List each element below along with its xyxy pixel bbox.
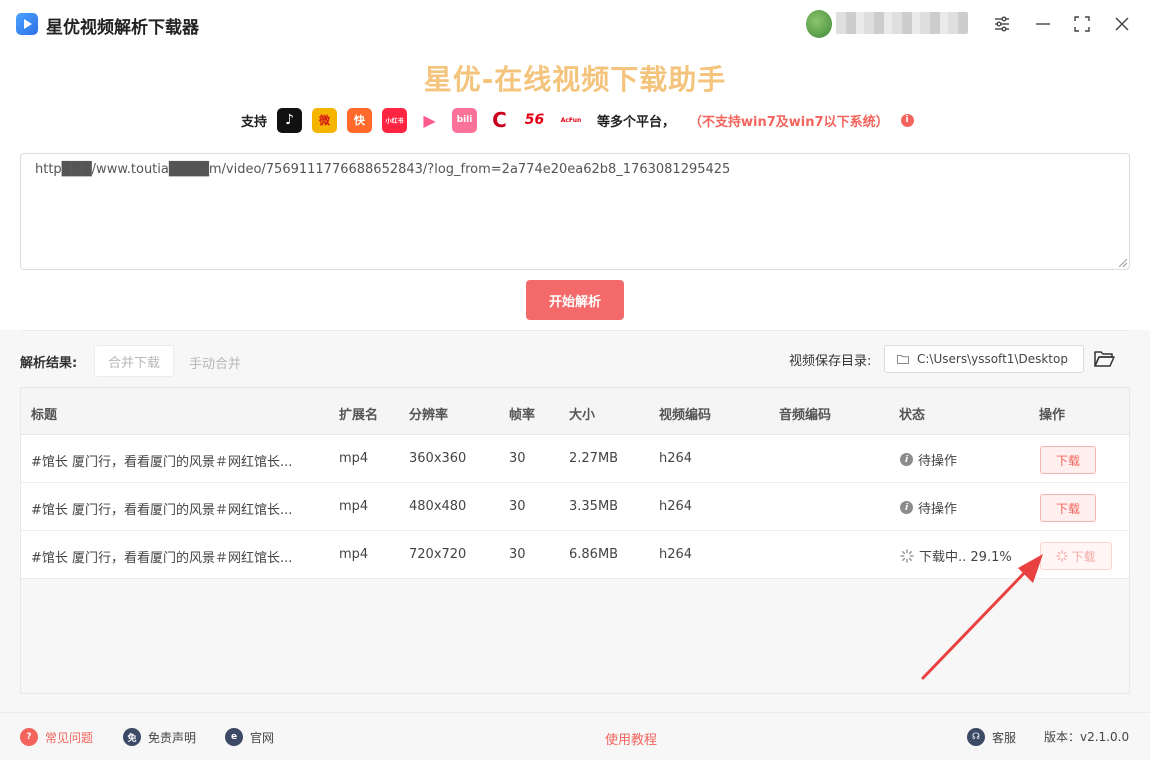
supported-platforms-row: 支持 ♪ 微 快 小红书 ▶ bili C 56 AcFun 等多个平台， （不… bbox=[241, 106, 914, 134]
header-fps: 帧率 bbox=[509, 408, 536, 423]
row-fps: 30 bbox=[509, 547, 526, 562]
tutorial-link[interactable]: 使用教程 bbox=[605, 729, 657, 748]
version-text: 版本：v2.1.0.0 bbox=[1044, 728, 1129, 745]
headset-icon: ☊ bbox=[967, 728, 985, 746]
table-row: #馆长 厦门行，看看厦门的风景＃网红馆长... mp4 480x480 30 3… bbox=[21, 483, 1129, 531]
faq-link[interactable]: ? 常见问题 bbox=[20, 728, 93, 746]
disclaimer-link[interactable]: 免 免责声明 bbox=[123, 728, 196, 746]
row-fps: 30 bbox=[509, 451, 526, 466]
weibo-icon: 微 bbox=[312, 107, 338, 133]
question-icon: ? bbox=[20, 728, 38, 746]
row-ext: mp4 bbox=[339, 499, 369, 514]
save-dir-label: 视频保存目录: bbox=[789, 354, 872, 369]
download-button[interactable]: 下载 bbox=[1040, 446, 1096, 474]
settings-sliders-icon[interactable] bbox=[990, 12, 1014, 36]
row-status: 下载中.. 29.1% bbox=[900, 546, 1012, 565]
website-link[interactable]: e 官网 bbox=[225, 728, 274, 746]
app-title: 星优视频解析下载器 bbox=[46, 18, 199, 38]
close-icon[interactable] bbox=[1110, 12, 1134, 36]
row-ext: mp4 bbox=[339, 547, 369, 562]
browser-icon: e bbox=[225, 728, 243, 746]
version-label: 版本：v2.1.0.0 bbox=[1044, 730, 1130, 744]
info-icon: i bbox=[900, 501, 913, 514]
row-title: #馆长 厦门行，看看厦门的风景＃网红馆长... bbox=[31, 503, 293, 518]
row-status-text: 待操作 bbox=[918, 454, 958, 469]
header-action: 操作 bbox=[1039, 408, 1066, 423]
bilibili-icon: bili bbox=[452, 107, 478, 133]
manual-merge-button[interactable]: 手动合并 bbox=[189, 353, 241, 372]
user-name-blurred[interactable] bbox=[836, 12, 968, 34]
results-table: 标题 扩展名 分辨率 帧率 大小 视频编码 音频编码 状态 操作 #馆长 厦门行… bbox=[20, 387, 1130, 694]
loading-spinner-icon bbox=[900, 548, 914, 563]
support-suffix: 等多个平台， bbox=[597, 114, 676, 130]
user-avatar[interactable] bbox=[806, 10, 832, 38]
warning-info-icon[interactable]: i bbox=[900, 113, 914, 127]
footer: ? 常见问题 免 免责声明 e 官网 使用教程 ☊ 客服 版本：v2.1.0.0 bbox=[0, 712, 1150, 760]
faq-label: 常见问题 bbox=[45, 730, 94, 745]
kuaishou-icon: 快 bbox=[347, 107, 373, 133]
cctv-icon: C bbox=[487, 107, 513, 133]
support-label: 支持 bbox=[241, 114, 268, 130]
divider bbox=[20, 330, 1130, 331]
row-resolution: 360x360 bbox=[409, 451, 467, 466]
download-button[interactable]: 下载 bbox=[1040, 494, 1096, 522]
header-size: 大小 bbox=[569, 408, 596, 423]
title-bar: 星优视频解析下载器 bbox=[0, 0, 1150, 48]
customer-service-label: 客服 bbox=[992, 730, 1017, 745]
start-parse-button[interactable]: 开始解析 bbox=[526, 280, 624, 320]
row-size: 3.35MB bbox=[569, 499, 619, 514]
row-status-text: 待操作 bbox=[918, 502, 958, 517]
table-header: 标题 扩展名 分辨率 帧率 大小 视频编码 音频编码 状态 操作 bbox=[21, 388, 1129, 435]
header-status: 状态 bbox=[899, 408, 926, 423]
row-size: 6.86MB bbox=[569, 547, 619, 562]
website-label: 官网 bbox=[250, 730, 275, 745]
header-audio-codec: 音频编码 bbox=[779, 408, 832, 423]
row-title: #馆长 厦门行，看看厦门的风景＃网红馆长... bbox=[31, 551, 293, 566]
acfun-icon: AcFun bbox=[557, 107, 586, 133]
minimize-icon[interactable] bbox=[1031, 12, 1055, 36]
open-folder-icon[interactable] bbox=[1093, 347, 1115, 369]
douyin-icon: ♪ bbox=[277, 107, 303, 133]
row-status-text: 下载中.. 29.1% bbox=[919, 550, 1012, 565]
disclaimer-label: 免责声明 bbox=[148, 730, 197, 745]
56-icon: 56 bbox=[522, 107, 548, 133]
customer-service-link[interactable]: ☊ 客服 bbox=[967, 728, 1016, 746]
url-input-value: http███/www.toutia████m/video/7569111776… bbox=[35, 162, 731, 177]
table-row: #馆长 厦门行，看看厦门的风景＃网红馆长... mp4 360x360 30 2… bbox=[21, 435, 1129, 483]
download-button-label: 下载 bbox=[1071, 549, 1096, 564]
table-row: #馆长 厦门行，看看厦门的风景＃网红馆长... mp4 720x720 30 6… bbox=[21, 531, 1129, 579]
loading-spinner-icon bbox=[1056, 550, 1069, 562]
save-dir-field[interactable]: C:\Users\yssoft1\Desktop bbox=[884, 345, 1084, 373]
resize-grip-icon[interactable] bbox=[1119, 259, 1127, 267]
header-ext: 扩展名 bbox=[339, 408, 379, 423]
url-input[interactable]: http███/www.toutia████m/video/7569111776… bbox=[20, 153, 1130, 270]
row-ext: mp4 bbox=[339, 451, 369, 466]
row-resolution: 480x480 bbox=[409, 499, 467, 514]
row-video-codec: h264 bbox=[659, 547, 693, 562]
info-icon: i bbox=[900, 453, 913, 466]
disclaimer-icon: 免 bbox=[123, 728, 141, 746]
support-warning: （不支持win7及win7以下系统） bbox=[689, 114, 889, 130]
row-status: i 待操作 bbox=[900, 498, 957, 517]
header-resolution: 分辨率 bbox=[409, 408, 449, 423]
save-dir-value: C:\Users\yssoft1\Desktop bbox=[917, 352, 1068, 366]
row-video-codec: h264 bbox=[659, 499, 693, 514]
results-label: 解析结果: bbox=[20, 356, 78, 371]
header-title: 标题 bbox=[31, 408, 58, 423]
row-resolution: 720x720 bbox=[409, 547, 467, 562]
tencent-video-icon: ▶ bbox=[417, 107, 443, 133]
row-size: 2.27MB bbox=[569, 451, 619, 466]
folder-small-icon bbox=[897, 355, 909, 364]
row-fps: 30 bbox=[509, 499, 526, 514]
download-button-loading[interactable]: 下载 bbox=[1040, 542, 1112, 570]
row-title: #馆长 厦门行，看看厦门的风景＃网红馆长... bbox=[31, 455, 293, 470]
merge-download-button[interactable]: 合并下载 bbox=[94, 345, 174, 377]
page-headline: 星优-在线视频下载助手 bbox=[423, 63, 727, 96]
maximize-icon[interactable] bbox=[1070, 12, 1094, 36]
row-video-codec: h264 bbox=[659, 451, 693, 466]
app-logo-icon bbox=[16, 13, 38, 35]
row-status: i 待操作 bbox=[900, 450, 957, 469]
header-video-codec: 视频编码 bbox=[659, 408, 712, 423]
xiaohongshu-icon: 小红书 bbox=[382, 107, 408, 133]
